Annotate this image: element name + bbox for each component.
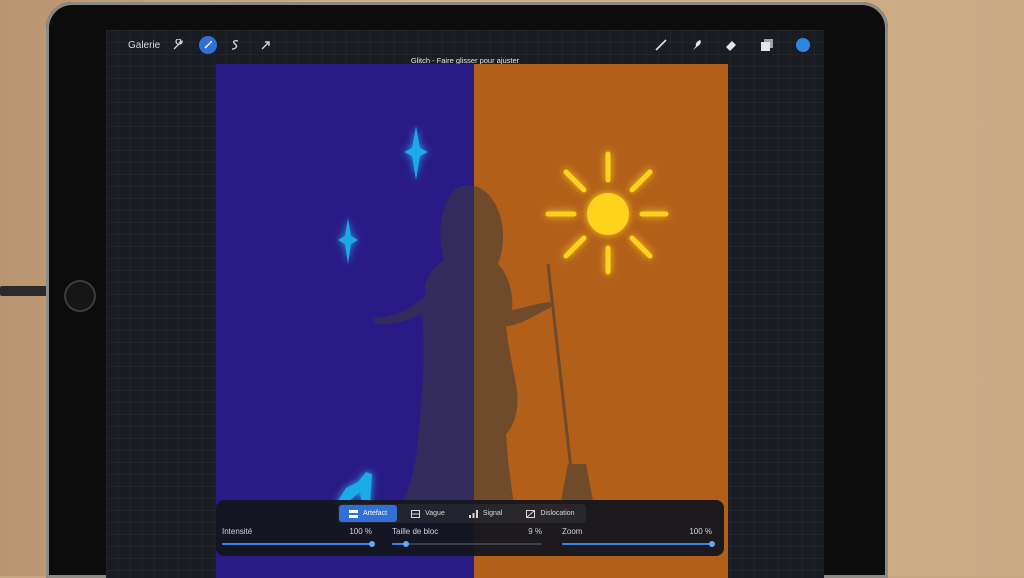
brush-icon[interactable]: [654, 36, 668, 54]
tab-signal[interactable]: Signal: [459, 505, 512, 522]
color-circle-icon[interactable]: [796, 38, 810, 52]
character-silhouette: [372, 185, 596, 516]
moon-icon: [331, 134, 384, 209]
selection-s-icon[interactable]: [230, 36, 240, 54]
eraser-icon[interactable]: [724, 36, 738, 54]
slider-track[interactable]: [392, 541, 542, 547]
smudge-icon[interactable]: [690, 36, 704, 54]
slider-taille-de-bloc[interactable]: Taille de bloc 9 %: [392, 527, 542, 551]
home-button[interactable]: [64, 280, 96, 312]
slider-value: 100 %: [689, 527, 712, 536]
dislocation-icon: [526, 509, 536, 518]
tablet-device: Galerie Glitch - Faire glisser pour ajus…: [46, 2, 888, 578]
slider-label: Intensité: [222, 527, 253, 536]
tab-artefact[interactable]: Artefact: [339, 505, 398, 522]
slider-knob[interactable]: [709, 541, 715, 547]
slider-intensite[interactable]: Intensité 100 %: [222, 527, 375, 551]
slider-zoom[interactable]: Zoom 100 %: [562, 527, 715, 551]
sun-icon: [545, 151, 669, 275]
slider-label: Taille de bloc: [392, 527, 439, 536]
slider-label: Zoom: [562, 527, 583, 536]
star-icon: [404, 126, 428, 180]
arrow-transform-icon[interactable]: [260, 36, 271, 54]
tab-label: Dislocation: [540, 510, 575, 517]
slider-value: 9 %: [528, 527, 542, 536]
gallery-button[interactable]: Galerie: [128, 36, 160, 54]
wrench-icon[interactable]: [172, 36, 184, 54]
wave-icon: [411, 509, 421, 518]
tab-label: Vague: [425, 510, 445, 517]
slider-value: 100 %: [349, 527, 372, 536]
glitch-mode-tabs: Artefact Vague Signal Dislocation: [338, 504, 586, 523]
tab-label: Artefact: [363, 510, 388, 517]
star-icon: [338, 218, 358, 264]
app-screen: Galerie Glitch - Faire glisser pour ajus…: [106, 30, 824, 578]
tab-vague[interactable]: Vague: [401, 505, 455, 522]
tab-dislocation[interactable]: Dislocation: [516, 505, 584, 522]
glitch-adjustment-panel: Artefact Vague Signal Dislocation Intens…: [216, 500, 724, 556]
slider-knob[interactable]: [369, 541, 375, 547]
slider-track[interactable]: [562, 541, 715, 547]
tab-label: Signal: [482, 510, 503, 517]
layers-icon[interactable]: [760, 36, 774, 54]
signal-icon: [468, 509, 478, 518]
slider-knob[interactable]: [402, 541, 409, 547]
slider-fill: [222, 543, 372, 545]
magic-wand-icon[interactable]: [199, 36, 217, 54]
artefact-icon: [349, 509, 358, 518]
slider-track[interactable]: [222, 541, 375, 547]
slider-fill: [562, 543, 712, 545]
